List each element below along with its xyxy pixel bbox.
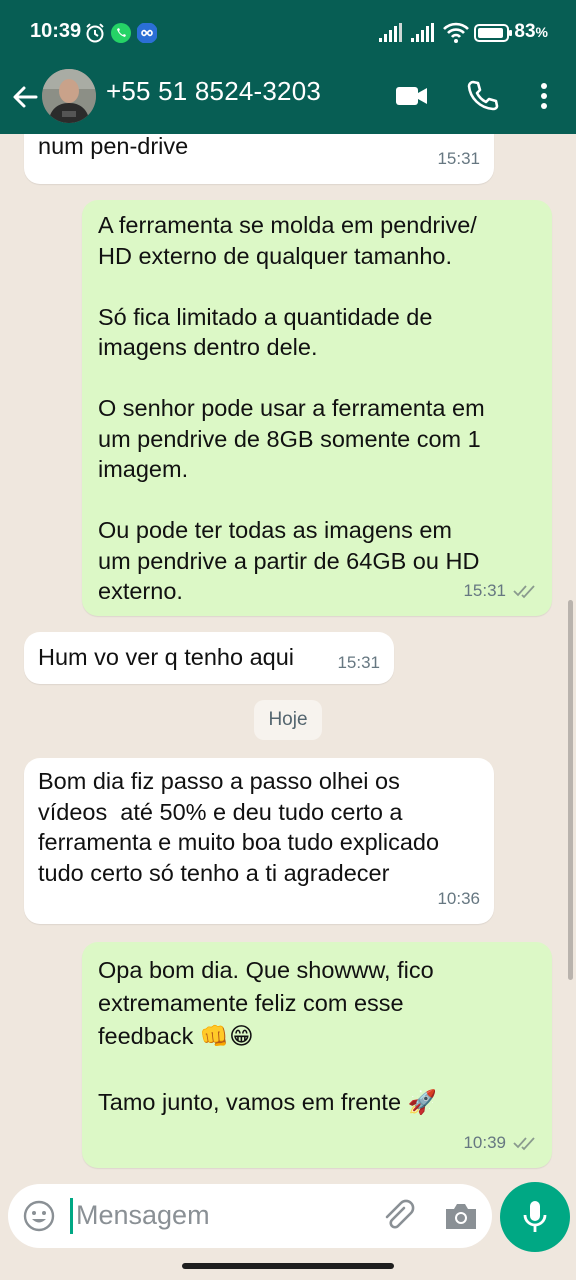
battery-percent: 83% [514,21,548,42]
message-text: Quando eu estiver em casa vo por num pen… [38,134,189,159]
message-input[interactable]: Mensagem [76,1200,210,1231]
read-ticks-icon [513,585,535,599]
message-text: Bom dia fiz passo a passo olhei os vídeo… [38,768,440,886]
attach-icon[interactable] [380,1198,416,1234]
message-bubble[interactable]: Hum vo ver q tenho aqui 15:31 [24,632,394,684]
message-meta: 15:31 [337,648,380,679]
top-bar: 10:39 83% +55 51 8524-3203 [0,0,576,134]
video-call-icon[interactable] [392,76,432,116]
message-time: 15:31 [463,580,506,600]
message-bubble[interactable]: A ferramenta se molda em pendrive/ HD ex… [82,200,552,616]
emoji-icon[interactable] [22,1199,56,1233]
gesture-navigation-bar[interactable] [182,1263,394,1269]
avatar-image [42,69,96,123]
chat-area[interactable]: Quando eu estiver em casa vo por num pen… [0,134,576,1184]
message-text: Hum vo ver q tenho aqui [38,644,295,670]
app-notification-icon [137,23,157,43]
status-time: 10:39 [30,20,82,42]
read-ticks-icon [513,1137,535,1151]
contact-name[interactable]: +55 51 8524-3203 [106,76,321,107]
message-meta: 10:39 [463,1128,538,1159]
status-bar: 10:39 83% [0,0,576,66]
battery-icon [474,24,512,42]
text-cursor [70,1198,73,1234]
chat-header: +55 51 8524-3203 [0,66,576,134]
message-time: 10:36 [437,888,480,908]
alarm-icon [86,23,104,43]
camera-icon[interactable] [442,1198,480,1234]
more-options-icon[interactable] [524,76,564,116]
day-divider: Hoje [254,700,322,740]
message-time: 15:31 [337,652,380,672]
back-arrow-icon[interactable] [8,80,42,114]
message-bubble[interactable]: Bom dia fiz passo a passo olhei os vídeo… [24,758,494,924]
message-time: 15:31 [437,148,480,168]
contact-avatar[interactable] [42,69,96,123]
whatsapp-notification-icon [111,23,131,43]
message-meta: 10:36 [437,884,480,915]
mic-button[interactable] [500,1182,570,1252]
message-time: 10:39 [463,1132,506,1152]
wifi-icon [443,22,469,43]
signal-2-icon [411,23,434,42]
message-text: Opa bom dia. Que showww, fico extremamen… [98,957,437,1115]
signal-icon [379,23,402,42]
message-meta: 15:31 [437,144,480,175]
message-bubble[interactable]: Quando eu estiver em casa vo por num pen… [24,134,494,184]
message-input-bar[interactable]: Mensagem [8,1184,492,1248]
mic-icon [523,1201,547,1232]
chat-scrollbar[interactable] [568,600,573,980]
message-bubble[interactable]: Opa bom dia. Que showww, fico extremamen… [82,942,552,1168]
message-meta: 15:31 [463,576,538,607]
voice-call-icon[interactable] [462,76,502,116]
message-text: A ferramenta se molda em pendrive/ HD ex… [98,212,485,604]
